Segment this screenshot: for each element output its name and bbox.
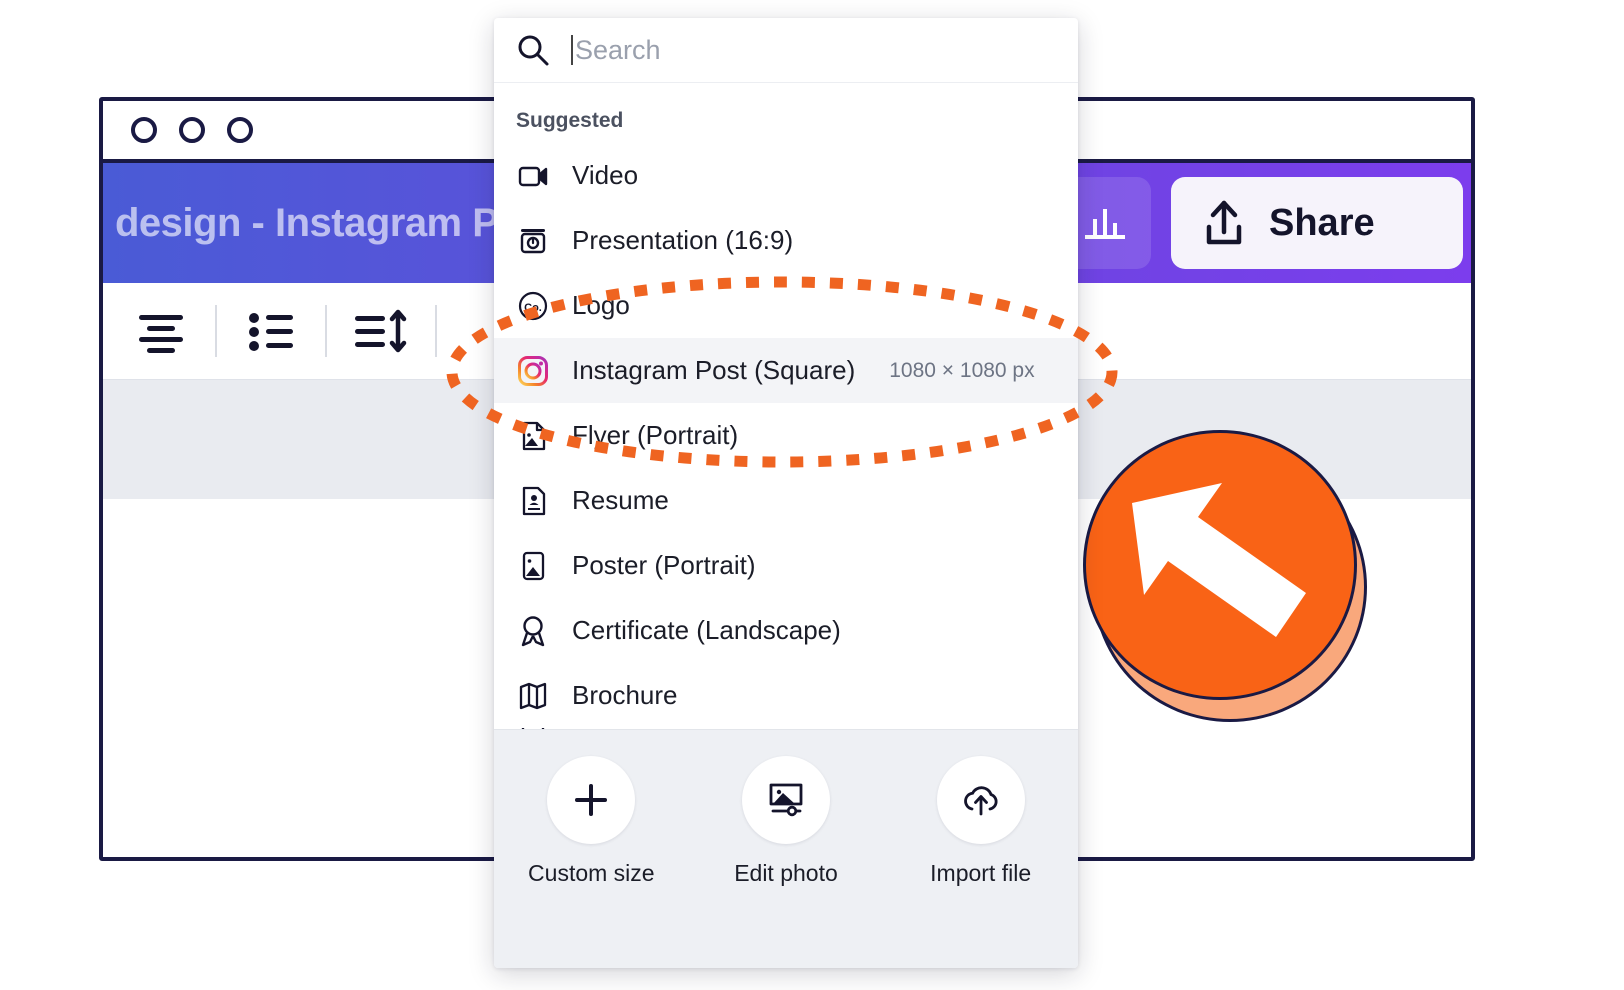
import-file-action[interactable]: Import file — [896, 756, 1066, 887]
panel-footer-actions: Custom size Edit photo Import file — [494, 729, 1078, 968]
text-caret — [571, 34, 573, 65]
arrow-up-left-icon — [1132, 483, 1306, 637]
poster-icon — [516, 549, 550, 583]
section-title-suggested: Suggested — [516, 109, 624, 132]
search-placeholder: Search — [575, 34, 661, 65]
import-file-button[interactable] — [936, 756, 1025, 844]
edit-photo-label: Edit photo — [734, 860, 838, 886]
logo-co-icon: Co. — [516, 289, 550, 323]
toolbar-divider — [435, 305, 437, 357]
list-item-label: Logo — [572, 290, 630, 320]
line-spacing-button[interactable] — [337, 287, 425, 375]
instagram-icon — [516, 354, 550, 388]
list-item-video[interactable]: Video — [494, 143, 1078, 208]
brochure-map-icon — [516, 679, 550, 713]
list-item-brochure[interactable]: Brochure — [494, 663, 1078, 728]
bullet-list-icon — [249, 313, 293, 351]
list-item-presentation[interactable]: Presentation (16:9) — [494, 208, 1078, 273]
traffic-light-minimize-icon[interactable] — [179, 117, 205, 143]
list-item-logo[interactable]: Co. Logo — [494, 273, 1078, 338]
list-item-poster[interactable]: Poster (Portrait) — [494, 533, 1078, 598]
resume-icon — [516, 484, 550, 518]
text-align-button[interactable] — [117, 287, 205, 375]
list-item-label: Flyer (Portrait) — [572, 420, 739, 450]
bar-chart-icon — [1085, 209, 1125, 239]
pointer-badge-circle — [1083, 430, 1357, 700]
share-button[interactable]: Share — [1171, 177, 1463, 269]
search-input[interactable]: Search — [568, 34, 661, 66]
screenshot-stage: design - Instagram Post Share Search Sug… — [0, 0, 1624, 990]
svg-text:Co.: Co. — [524, 302, 542, 314]
flyer-icon — [516, 419, 550, 453]
traffic-light-maximize-icon[interactable] — [227, 117, 253, 143]
list-item-label: Presentation (16:9) — [572, 225, 794, 255]
text-align-icon — [139, 315, 183, 353]
certificate-icon — [516, 614, 550, 648]
pointer-badge — [1083, 430, 1367, 722]
image-edit-icon — [769, 783, 803, 817]
list-item-instagram-post[interactable]: Instagram Post (Square) 1080 × 1080 px — [494, 338, 1078, 403]
traffic-light-close-icon[interactable] — [131, 117, 157, 143]
list-item-certificate[interactable]: Certificate (Landscape) — [494, 598, 1078, 663]
custom-size-action[interactable]: Custom size — [506, 756, 676, 887]
design-type-dropdown: Search Suggested Video Presentation (16:… — [494, 18, 1078, 968]
edit-photo-button[interactable] — [741, 756, 830, 844]
import-file-label: Import file — [930, 860, 1032, 886]
list-item-label: Certificate (Landscape) — [572, 615, 841, 645]
share-button-label: Share — [1269, 201, 1375, 244]
edit-photo-action[interactable]: Edit photo — [701, 756, 871, 887]
document-title: design - Instagram Post — [115, 200, 557, 245]
line-spacing-icon — [355, 309, 407, 353]
cloud-upload-icon — [963, 786, 998, 816]
video-camera-icon — [516, 159, 550, 193]
list-item-label: Instagram Post (Square) — [572, 355, 856, 385]
custom-size-label: Custom size — [528, 860, 655, 886]
toolbar-divider — [215, 305, 217, 357]
custom-size-button[interactable] — [547, 756, 636, 844]
search-row[interactable]: Search — [494, 18, 1078, 83]
bullet-list-button[interactable] — [227, 287, 315, 375]
presentation-icon — [516, 224, 550, 258]
search-icon — [518, 35, 549, 66]
list-item-label: Brochure — [572, 680, 678, 710]
list-item-label: Video — [572, 160, 639, 190]
list-item-resume[interactable]: Resume — [494, 468, 1078, 533]
share-upload-icon — [1206, 200, 1242, 245]
list-item-dimensions: 1080 × 1080 px — [889, 358, 1035, 382]
list-item-flyer[interactable]: Flyer (Portrait) — [494, 403, 1078, 468]
list-item-label: Resume — [572, 485, 669, 515]
design-type-list: Video Presentation (16:9) Co. Logo Insta… — [494, 143, 1078, 729]
plus-icon — [575, 784, 608, 816]
toolbar-divider — [325, 305, 327, 357]
list-item-label: Poster (Portrait) — [572, 550, 756, 580]
